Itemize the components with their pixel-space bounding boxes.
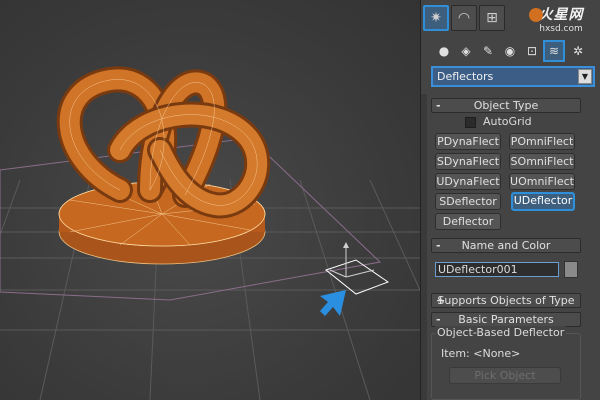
- rollout-toggle-sign: -: [436, 239, 441, 252]
- space-warps-icon[interactable]: ≋: [543, 40, 565, 62]
- group-title: Object-Based Deflector: [435, 326, 567, 339]
- command-panel-tabs: ✷ ◠ ⊞ 火星网 hxsd.com: [421, 2, 600, 34]
- rollout-toggle-sign: -: [436, 313, 441, 326]
- udeflector-gizmo[interactable]: [324, 242, 390, 295]
- create-category-tabs: ● ◈ ✎ ◉ ⊡ ≋ ✲: [429, 38, 597, 64]
- chevron-down-icon[interactable]: ▼: [578, 69, 592, 84]
- sdynaflect-button[interactable]: SDynaFlect: [435, 153, 501, 170]
- shapes-icon[interactable]: ◈: [455, 40, 477, 62]
- supports-objects-rollout-header[interactable]: + Supports Objects of Type: [431, 293, 581, 308]
- rollout-toggle-sign: -: [436, 99, 441, 112]
- viewport-scene: [0, 66, 420, 400]
- cameras-icon[interactable]: ◉: [499, 40, 521, 62]
- command-panel: ✷ ◠ ⊞ 火星网 hxsd.com ● ◈ ✎ ◉ ⊡ ≋ ✲ Deflect…: [420, 0, 600, 400]
- perspective-viewport[interactable]: [0, 0, 420, 400]
- sdeflector-button[interactable]: SDeflector: [435, 193, 501, 210]
- autogrid-checkbox[interactable]: [465, 117, 476, 128]
- pdynaflect-button[interactable]: PDynaFlect: [435, 133, 501, 150]
- lights-icon[interactable]: ✎: [477, 40, 499, 62]
- hxsd-logo: 火星网 hxsd.com: [527, 6, 595, 36]
- basic-parameters-rollout-header[interactable]: - Basic Parameters: [431, 312, 581, 327]
- name-and-color-title: Name and Color: [461, 239, 551, 252]
- rollout-toggle-sign: +: [436, 294, 446, 307]
- hierarchy-tab-icon[interactable]: ⊞: [479, 5, 505, 31]
- flame-icon: [529, 8, 543, 22]
- panel-scrollbar[interactable]: [421, 94, 427, 400]
- logo-subtitle: hxsd.com: [539, 24, 583, 34]
- pomniflect-button[interactable]: POmniFlect: [509, 133, 575, 150]
- object-type-rollout-header[interactable]: - Object Type: [431, 98, 581, 113]
- object-type-title: Object Type: [473, 99, 539, 112]
- category-dropdown-value: Deflectors: [437, 70, 494, 83]
- systems-icon[interactable]: ✲: [567, 40, 589, 62]
- category-dropdown[interactable]: Deflectors ▼: [431, 66, 595, 87]
- udeflector-button[interactable]: UDeflector: [511, 192, 575, 211]
- name-and-color-rollout-header[interactable]: - Name and Color: [431, 238, 581, 253]
- modify-tab-icon[interactable]: ◠: [451, 5, 477, 31]
- deflector-button[interactable]: Deflector: [435, 213, 501, 230]
- object-name-field[interactable]: UDeflector001: [435, 262, 559, 277]
- mesh-knot[interactable]: [56, 66, 271, 219]
- udynaflect-button[interactable]: UDynaFlect: [435, 173, 501, 190]
- geometry-icon[interactable]: ●: [433, 40, 455, 62]
- somniflect-button[interactable]: SOmniFlect: [509, 153, 575, 170]
- item-label: Item: <None>: [441, 347, 521, 360]
- supports-objects-title: Supports Objects of Type: [437, 294, 575, 307]
- uomniflect-button[interactable]: UOmniFlect: [509, 173, 575, 190]
- pick-object-button[interactable]: Pick Object: [449, 367, 561, 384]
- basic-parameters-title: Basic Parameters: [458, 313, 554, 326]
- create-tab-icon[interactable]: ✷: [423, 5, 449, 31]
- autogrid-label: AutoGrid: [483, 115, 532, 128]
- object-color-swatch[interactable]: [564, 261, 578, 278]
- helpers-icon[interactable]: ⊡: [521, 40, 543, 62]
